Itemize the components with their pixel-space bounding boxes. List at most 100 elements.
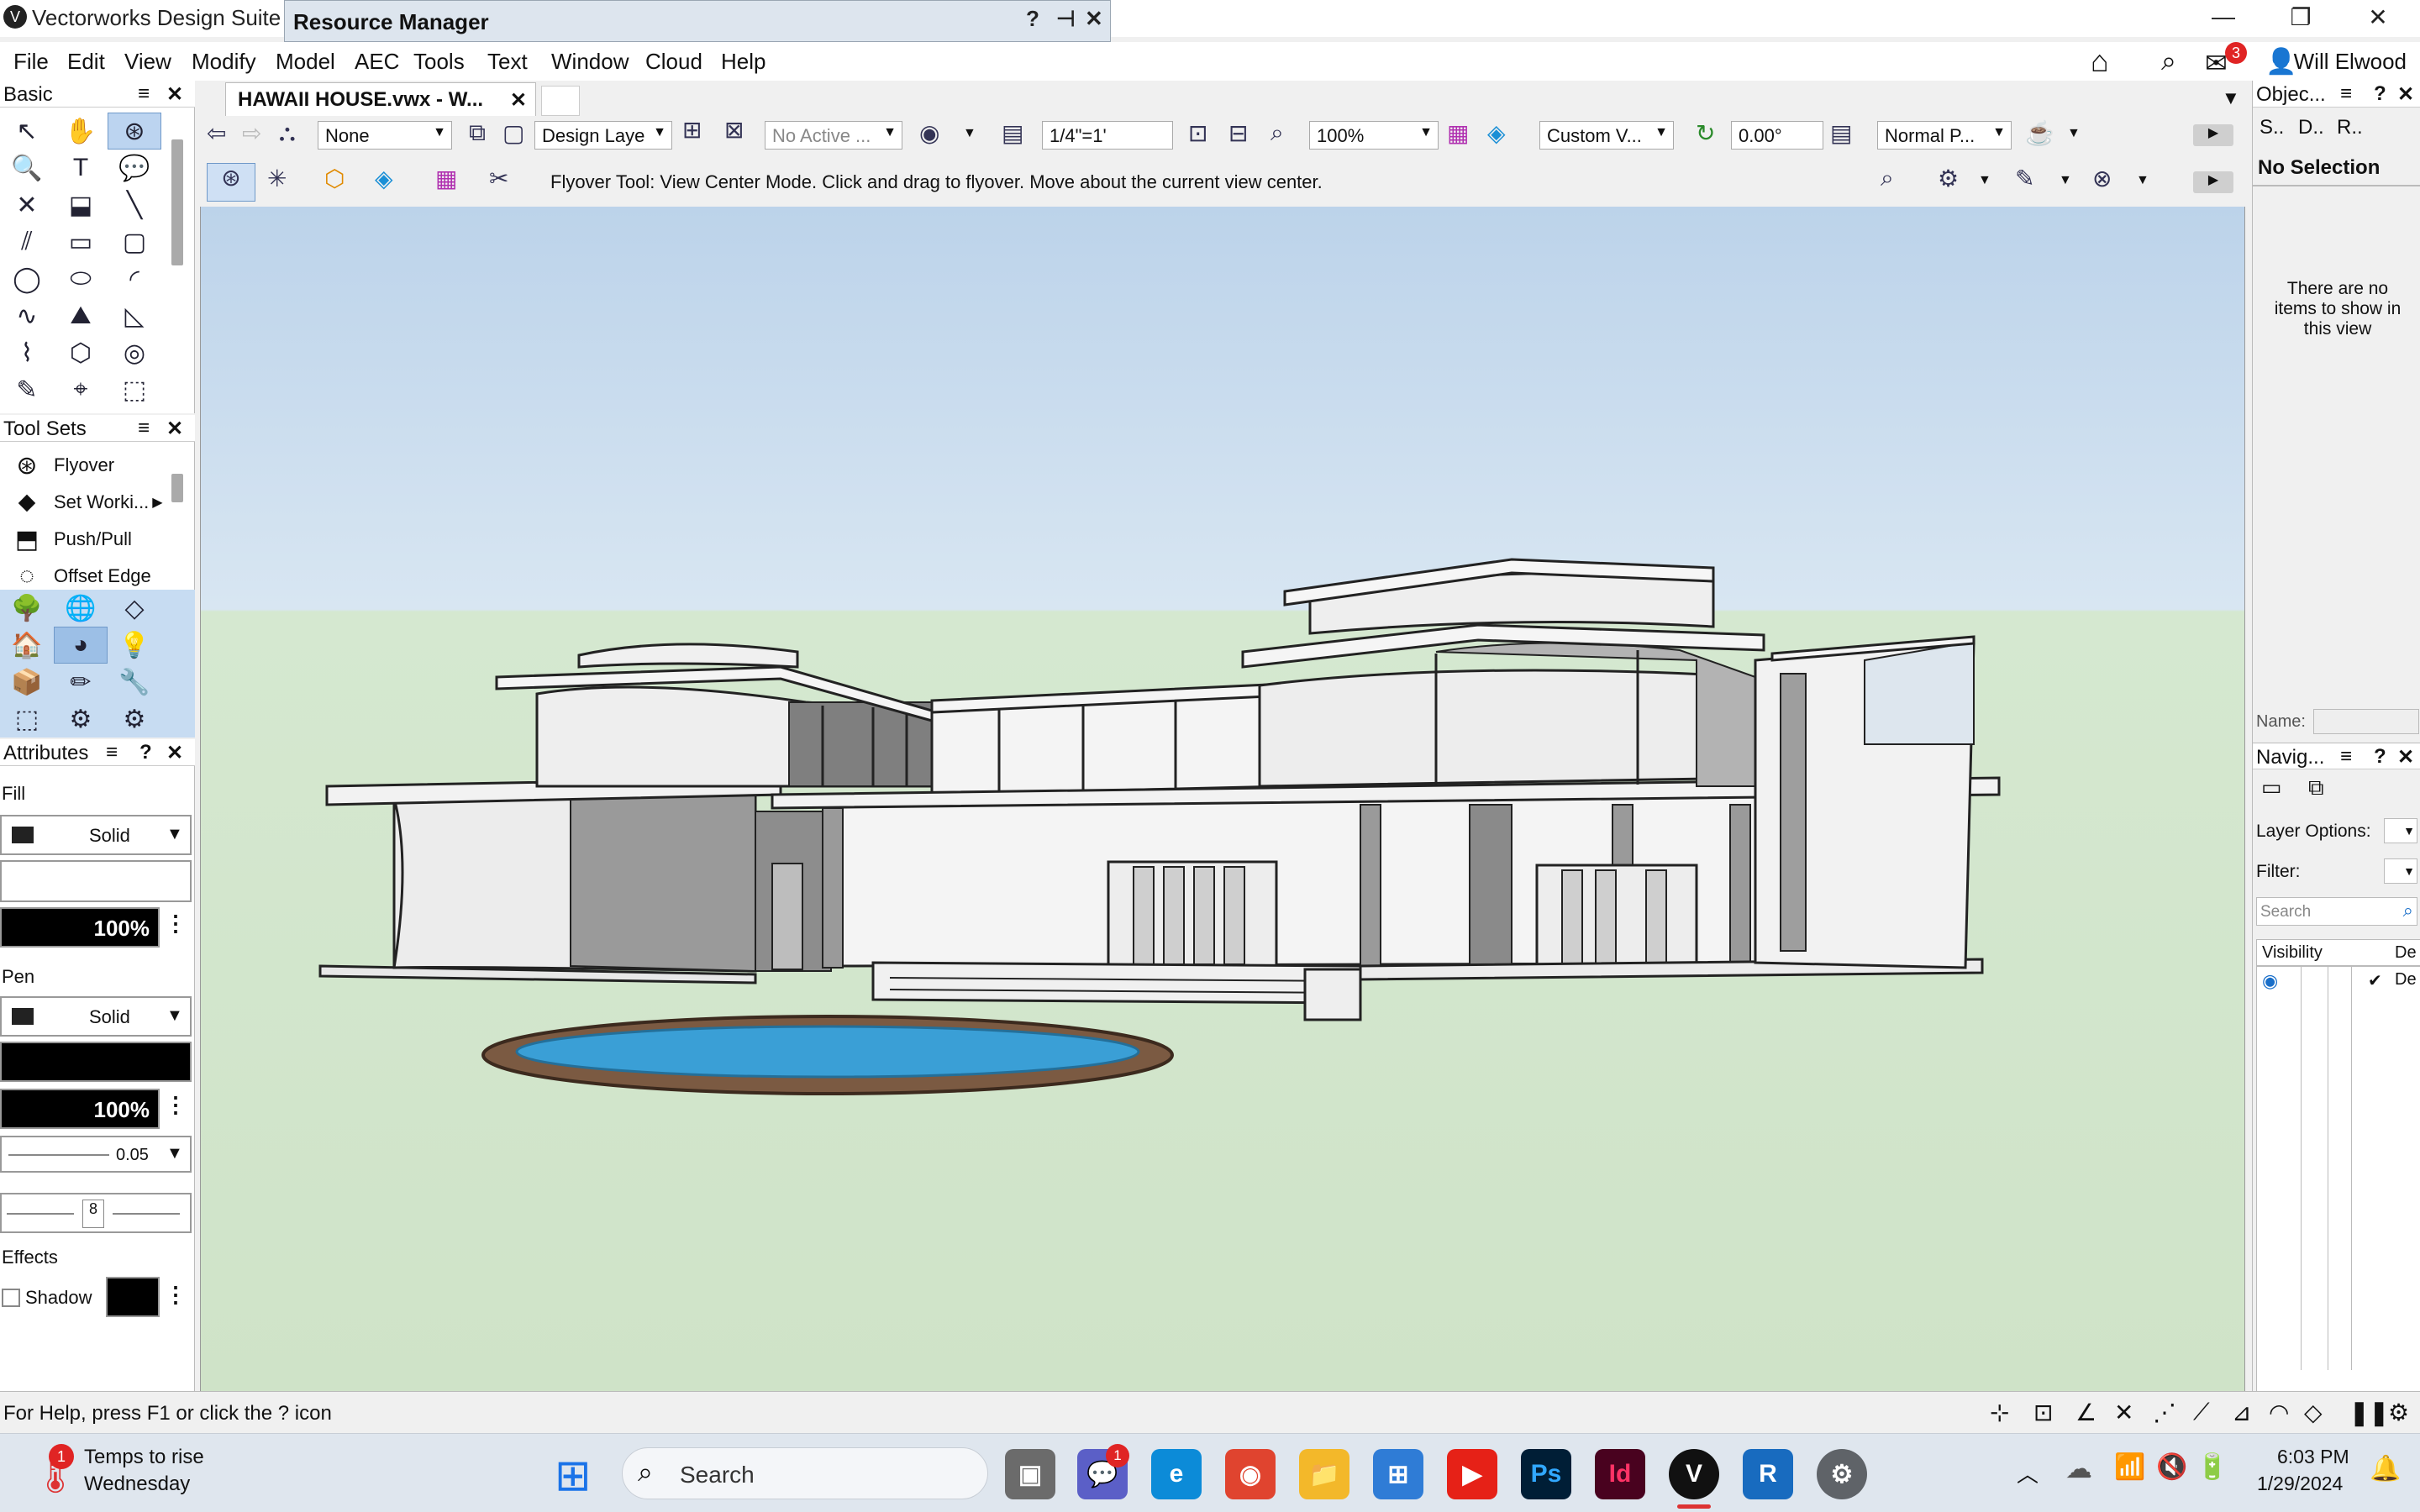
document-tab[interactable]: HAWAII HOUSE.vwx - W... ✕ <box>225 82 536 116</box>
design-layer-select[interactable]: Design Laye ▼ <box>534 121 672 150</box>
new-tab-button[interactable] <box>541 86 580 116</box>
visibility-eye-icon[interactable]: ◉ <box>2262 970 2278 992</box>
settings-icon[interactable]: ⚙ <box>108 701 161 738</box>
saved-view-icon[interactable]: ⊞ <box>682 116 702 144</box>
sheet-layers-icon[interactable]: ▭ <box>2261 774 2282 801</box>
object-info-tab-render[interactable]: R.. <box>2337 116 2363 139</box>
show-hidden-icons-chevron-icon[interactable]: ︿ <box>2017 1457 2039 1488</box>
class-select[interactable]: None ▼ <box>318 121 452 150</box>
attributes-help-icon[interactable]: ? <box>139 741 152 764</box>
menu-modify[interactable]: Modify <box>192 49 256 75</box>
symbol-insertion-tool-icon[interactable]: ⬓ <box>54 186 108 223</box>
youtube-icon[interactable]: ▶ <box>1447 1449 1497 1499</box>
line-markers-field[interactable]: 8 <box>0 1193 192 1233</box>
snap-point-icon[interactable]: ⊿ <box>2232 1399 2251 1426</box>
circle-tool-icon[interactable]: ◯ <box>0 260 54 297</box>
regular-polygon-tool-icon[interactable]: ⬡ <box>54 334 108 371</box>
furniture-icon[interactable]: 📦 <box>0 664 54 701</box>
basic-palette-scrollbar[interactable] <box>171 139 183 265</box>
scale-field[interactable]: 1/4"=1' <box>1042 121 1173 150</box>
marker-link-icon[interactable]: 8 <box>82 1200 104 1228</box>
tab-list-chevron-icon[interactable]: ▼ <box>2222 87 2240 109</box>
snap-angle-icon[interactable]: ∠ <box>2075 1399 2096 1426</box>
weather-line-1[interactable]: Temps to rise <box>84 1446 204 1469</box>
expand-toolbar-icon[interactable]: ▶ <box>2193 124 2233 146</box>
spiral-tool-icon[interactable]: ◎ <box>108 334 161 371</box>
snap-icon[interactable]: ✎ <box>2015 165 2034 192</box>
user-icon[interactable]: 👤 <box>2265 47 2296 76</box>
pen-style-dropdown[interactable]: Solid ▼ <box>0 996 192 1037</box>
search-icon[interactable]: ⌕ <box>2161 45 2176 77</box>
settings-icon[interactable]: ⚙ <box>1817 1449 1867 1499</box>
polygon-tool-icon[interactable]: ◺ <box>108 297 161 334</box>
taskbar-search-box[interactable]: ⌕ Search <box>622 1447 988 1499</box>
chevron-down-icon[interactable]: ▼ <box>2059 173 2072 188</box>
site-planning-icon[interactable]: 🌳 <box>0 590 54 627</box>
snap-intersection-icon[interactable]: ✕ <box>2114 1399 2133 1426</box>
navigation-search-input[interactable]: Search ⌕ <box>2256 897 2417 926</box>
locus-tool-icon[interactable]: ✕ <box>0 186 54 223</box>
layer-options-dropdown[interactable]: ▼ <box>2384 818 2417 843</box>
tool-sets-close-icon[interactable]: ✕ <box>166 417 183 441</box>
layer-row[interactable]: ◉ ✔ De <box>2257 967 2420 995</box>
search-icon[interactable]: ⌕ <box>2403 900 2413 921</box>
text-tool-icon[interactable]: T <box>54 150 108 186</box>
shadow-checkbox[interactable] <box>2 1289 20 1307</box>
flyover-tool-icon[interactable]: ⊛ <box>108 113 161 150</box>
battery-icon[interactable]: 🔋 <box>2196 1452 2228 1482</box>
name-field[interactable] <box>2313 709 2419 734</box>
chrome-icon[interactable]: ◉ <box>1225 1449 1276 1499</box>
space-planning-icon[interactable]: ⬚ <box>0 701 54 738</box>
shadow-menu-icon[interactable]: ⋮ <box>165 1282 187 1308</box>
help-button[interactable]: ? <box>1026 6 1039 32</box>
object-center-mode-icon[interactable]: ⬡ <box>324 165 345 192</box>
polyline-tool-icon[interactable]: ⛰ <box>54 297 108 334</box>
plane-mode-icon[interactable]: ◈ <box>375 165 393 192</box>
close-palette-button[interactable]: ✕ <box>1085 6 1103 32</box>
view-center-mode-icon[interactable]: ⊛ <box>207 163 255 202</box>
attribute-mapping-tool-icon[interactable]: ⌖ <box>54 371 108 408</box>
speaker-muted-icon[interactable]: 🔇 <box>2156 1452 2187 1482</box>
detailing-icon[interactable]: ✏ <box>54 664 108 701</box>
snap-object-icon[interactable]: ⊡ <box>2033 1399 2053 1426</box>
menu-file[interactable]: File <box>13 49 49 75</box>
grid-mode-icon[interactable]: ▦ <box>435 165 457 192</box>
chevron-down-icon[interactable]: ▼ <box>2067 126 2081 141</box>
building-shell-icon[interactable]: 🏠 <box>0 627 54 664</box>
menu-window[interactable]: Window <box>551 49 629 75</box>
visibility-tool-icon[interactable]: ⬚ <box>108 371 161 408</box>
layer-visibility-icon[interactable]: ▢ <box>502 119 524 147</box>
close-tab-icon[interactable]: ✕ <box>510 88 527 113</box>
wifi-icon[interactable]: 📶 <box>2114 1452 2145 1482</box>
menu-cloud[interactable]: Cloud <box>645 49 702 75</box>
toolset-set-working-plane[interactable]: ⬥ Set Worki... ▶ <box>0 484 193 521</box>
render-icon[interactable]: ⊗ <box>2092 165 2112 192</box>
minimize-button[interactable]: — <box>2198 3 2249 30</box>
snap-tangent-icon[interactable]: ⟋ <box>2193 1399 2210 1426</box>
lighting-icon[interactable]: 💡 <box>108 627 161 664</box>
zoom-icon[interactable]: ⌕ <box>1270 119 1284 147</box>
rotation-icon[interactable]: ↻ <box>1696 119 1715 147</box>
resource-manager-palette[interactable]: Resource Manager ? ⊣ ✕ <box>284 0 1111 42</box>
file-explorer-icon[interactable]: 📁 <box>1299 1449 1349 1499</box>
view-select[interactable]: Custom V... ▼ <box>1539 121 1674 150</box>
pause-icon[interactable]: ❚❚ <box>2349 1399 2389 1426</box>
design-layers-icon[interactable]: ⧉ <box>2308 774 2324 801</box>
palette-menu-icon[interactable]: ≡ <box>138 82 150 106</box>
smart-edge-icon[interactable]: ◠ <box>2269 1399 2289 1426</box>
forward-arrow-icon[interactable]: ⇨ <box>242 119 261 147</box>
snap-surface-icon[interactable]: ◇ <box>2304 1399 2323 1426</box>
photoshop-icon[interactable]: Ps <box>1521 1449 1571 1499</box>
visibility-eye-icon[interactable]: ◉ <box>919 119 939 147</box>
3d-modeling-icon[interactable]: ◕ <box>54 627 108 664</box>
sheet-icon[interactable]: ⊠ <box>724 116 744 144</box>
render-mode-select[interactable]: Normal P... ▼ <box>1877 121 2012 150</box>
pen-opacity-menu-icon[interactable]: ⋮ <box>165 1092 187 1118</box>
freehand-tool-icon[interactable]: ∿ <box>0 297 54 334</box>
snap-distance-icon[interactable]: ⋰ <box>2153 1399 2176 1426</box>
fill-color-field[interactable] <box>0 860 192 902</box>
navigation-help-icon[interactable]: ? <box>2374 745 2386 769</box>
weather-line-2[interactable]: Wednesday <box>84 1473 190 1496</box>
tool-sets-menu-icon[interactable]: ≡ <box>138 417 150 440</box>
vectorworks-icon[interactable]: V <box>1669 1449 1719 1499</box>
